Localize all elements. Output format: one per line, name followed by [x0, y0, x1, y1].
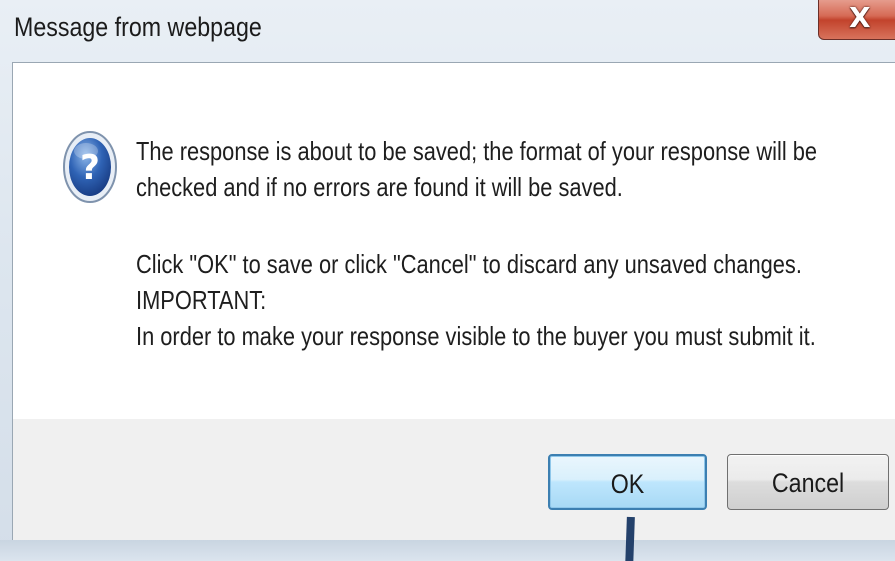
window-title: Message from webpage: [14, 12, 262, 42]
close-button[interactable]: X: [818, 0, 895, 40]
message-spacer: [136, 205, 774, 246]
pointer-indicator: [625, 516, 635, 561]
question-icon: ?: [63, 131, 117, 203]
close-icon: X: [849, 1, 871, 34]
cancel-button-label: Cancel: [771, 468, 845, 498]
window-bottom-border: [0, 540, 895, 561]
dialog-window: Message from webpage X ? The response is…: [0, 0, 895, 561]
ok-button[interactable]: OK: [548, 454, 707, 510]
message-line-2: checked and if no errors are found it wi…: [136, 172, 623, 202]
ok-button-label: OK: [610, 469, 645, 499]
dialog-client-area: ? The response is about to be saved; the…: [12, 62, 895, 541]
message-text: The response is about to be saved; the f…: [136, 133, 818, 354]
message-line-4: IMPORTANT:: [136, 285, 267, 315]
message-line-1: The response is about to be saved; the f…: [136, 136, 818, 166]
message-line-3: Click "OK" to save or click "Cancel" to …: [136, 249, 802, 279]
title-bar[interactable]: Message from webpage X: [0, 0, 895, 60]
message-panel: ? The response is about to be saved; the…: [13, 63, 895, 419]
cancel-button[interactable]: Cancel: [727, 454, 889, 510]
svg-text:?: ?: [80, 148, 100, 188]
message-line-5: In order to make your response visible t…: [136, 321, 816, 351]
